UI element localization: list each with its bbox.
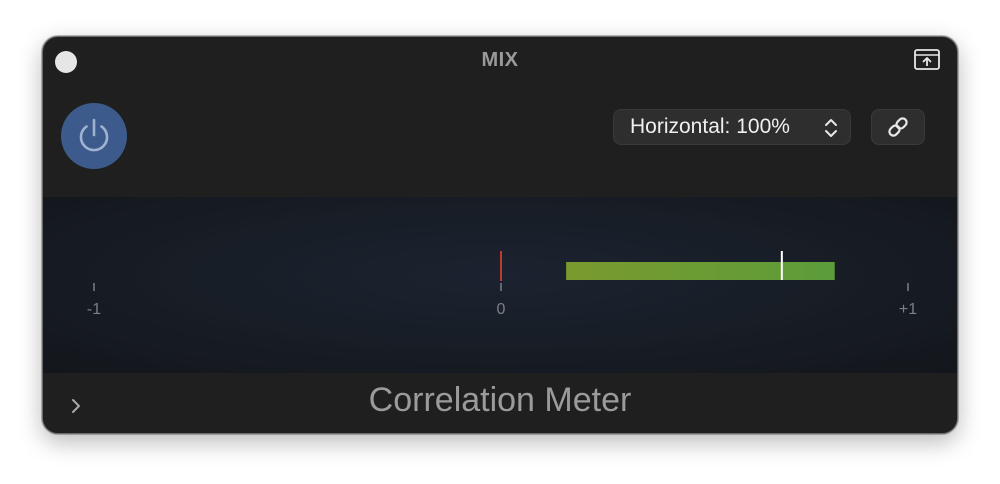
tick-label-minus-one: -1 (86, 301, 102, 318)
power-button[interactable] (61, 103, 127, 169)
detach-window-icon (914, 49, 940, 70)
tick-label-zero: 0 (496, 301, 506, 318)
correlation-range-bar (566, 262, 835, 280)
link-icon (888, 117, 908, 137)
display-mode-value: Horizontal: 100% (630, 115, 790, 138)
correlation-meter-display: -1 0 +1 (43, 197, 957, 373)
link-button[interactable] (871, 109, 925, 145)
up-down-chevron-icon (825, 119, 837, 137)
plugin-footer: Correlation Meter (43, 373, 957, 433)
detach-window-button[interactable] (913, 48, 941, 72)
plugin-window: MIX Horizontal: 100% -1 0 +1 Correlation… (42, 36, 958, 434)
tick-label-plus-one: +1 (898, 301, 918, 318)
window-title: MIX (481, 49, 519, 71)
display-mode-select[interactable]: Horizontal: 100% (613, 109, 851, 145)
plugin-name: Correlation Meter (368, 381, 632, 419)
meter-graph (93, 251, 909, 291)
power-icon (79, 118, 109, 152)
